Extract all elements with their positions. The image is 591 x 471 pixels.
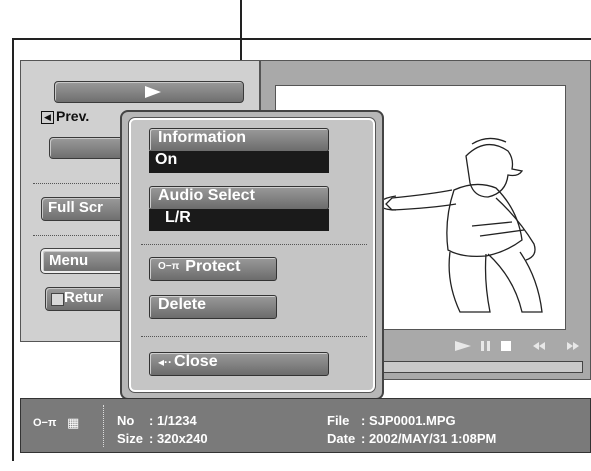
play-icon[interactable] — [455, 341, 471, 351]
audio-select-value: L/R — [149, 209, 329, 231]
play-button[interactable] — [54, 81, 244, 103]
delete-button[interactable]: Delete — [149, 295, 277, 319]
progress-bar[interactable] — [355, 361, 583, 373]
size-label: Size — [117, 431, 144, 446]
prev-label: Prev. — [56, 108, 90, 124]
file-value: : SJP0001.MPG — [361, 413, 456, 428]
key-icon: O−π — [158, 261, 180, 272]
separator — [141, 244, 367, 245]
date-value: : 2002/MAY/31 1:08PM — [361, 431, 497, 446]
film-icon: ▦ — [67, 415, 80, 430]
playback-controls — [455, 338, 585, 354]
protect-button[interactable]: O−π Protect — [149, 257, 277, 281]
rewind-icon[interactable] — [533, 342, 539, 350]
protect-label: Protect — [185, 258, 241, 275]
no-value: : 1/1234 — [149, 413, 197, 428]
status-bar: O−π ▦ No : 1/1234 Size : 320x240 File : … — [20, 398, 591, 453]
prev-link[interactable]: ◀ Prev. — [41, 108, 89, 124]
play-icon — [145, 86, 161, 98]
separator — [103, 405, 104, 447]
close-button[interactable]: ◂·· Close — [149, 352, 329, 376]
back-arrow-icon: ◂·· — [158, 355, 173, 369]
return-label: Retur — [64, 289, 104, 306]
information-value: On — [149, 151, 329, 173]
home-icon — [51, 293, 64, 306]
fast-forward-icon[interactable] — [567, 342, 573, 350]
audio-select-button[interactable]: Audio Select — [149, 186, 329, 210]
no-label: No — [117, 413, 135, 428]
pause-icon[interactable] — [481, 341, 484, 351]
back-arrow-icon: ◀ — [41, 111, 54, 124]
stop-icon[interactable] — [501, 341, 511, 351]
separator — [141, 336, 367, 337]
key-icon: O−π — [33, 417, 57, 429]
close-label: Close — [174, 353, 218, 370]
file-label: File — [327, 413, 350, 428]
size-value: : 320x240 — [149, 431, 208, 446]
popup-menu-body: Information On Audio Select L/R O−π Prote… — [129, 118, 375, 392]
date-label: Date — [327, 431, 356, 446]
information-button[interactable]: Information — [149, 128, 329, 152]
